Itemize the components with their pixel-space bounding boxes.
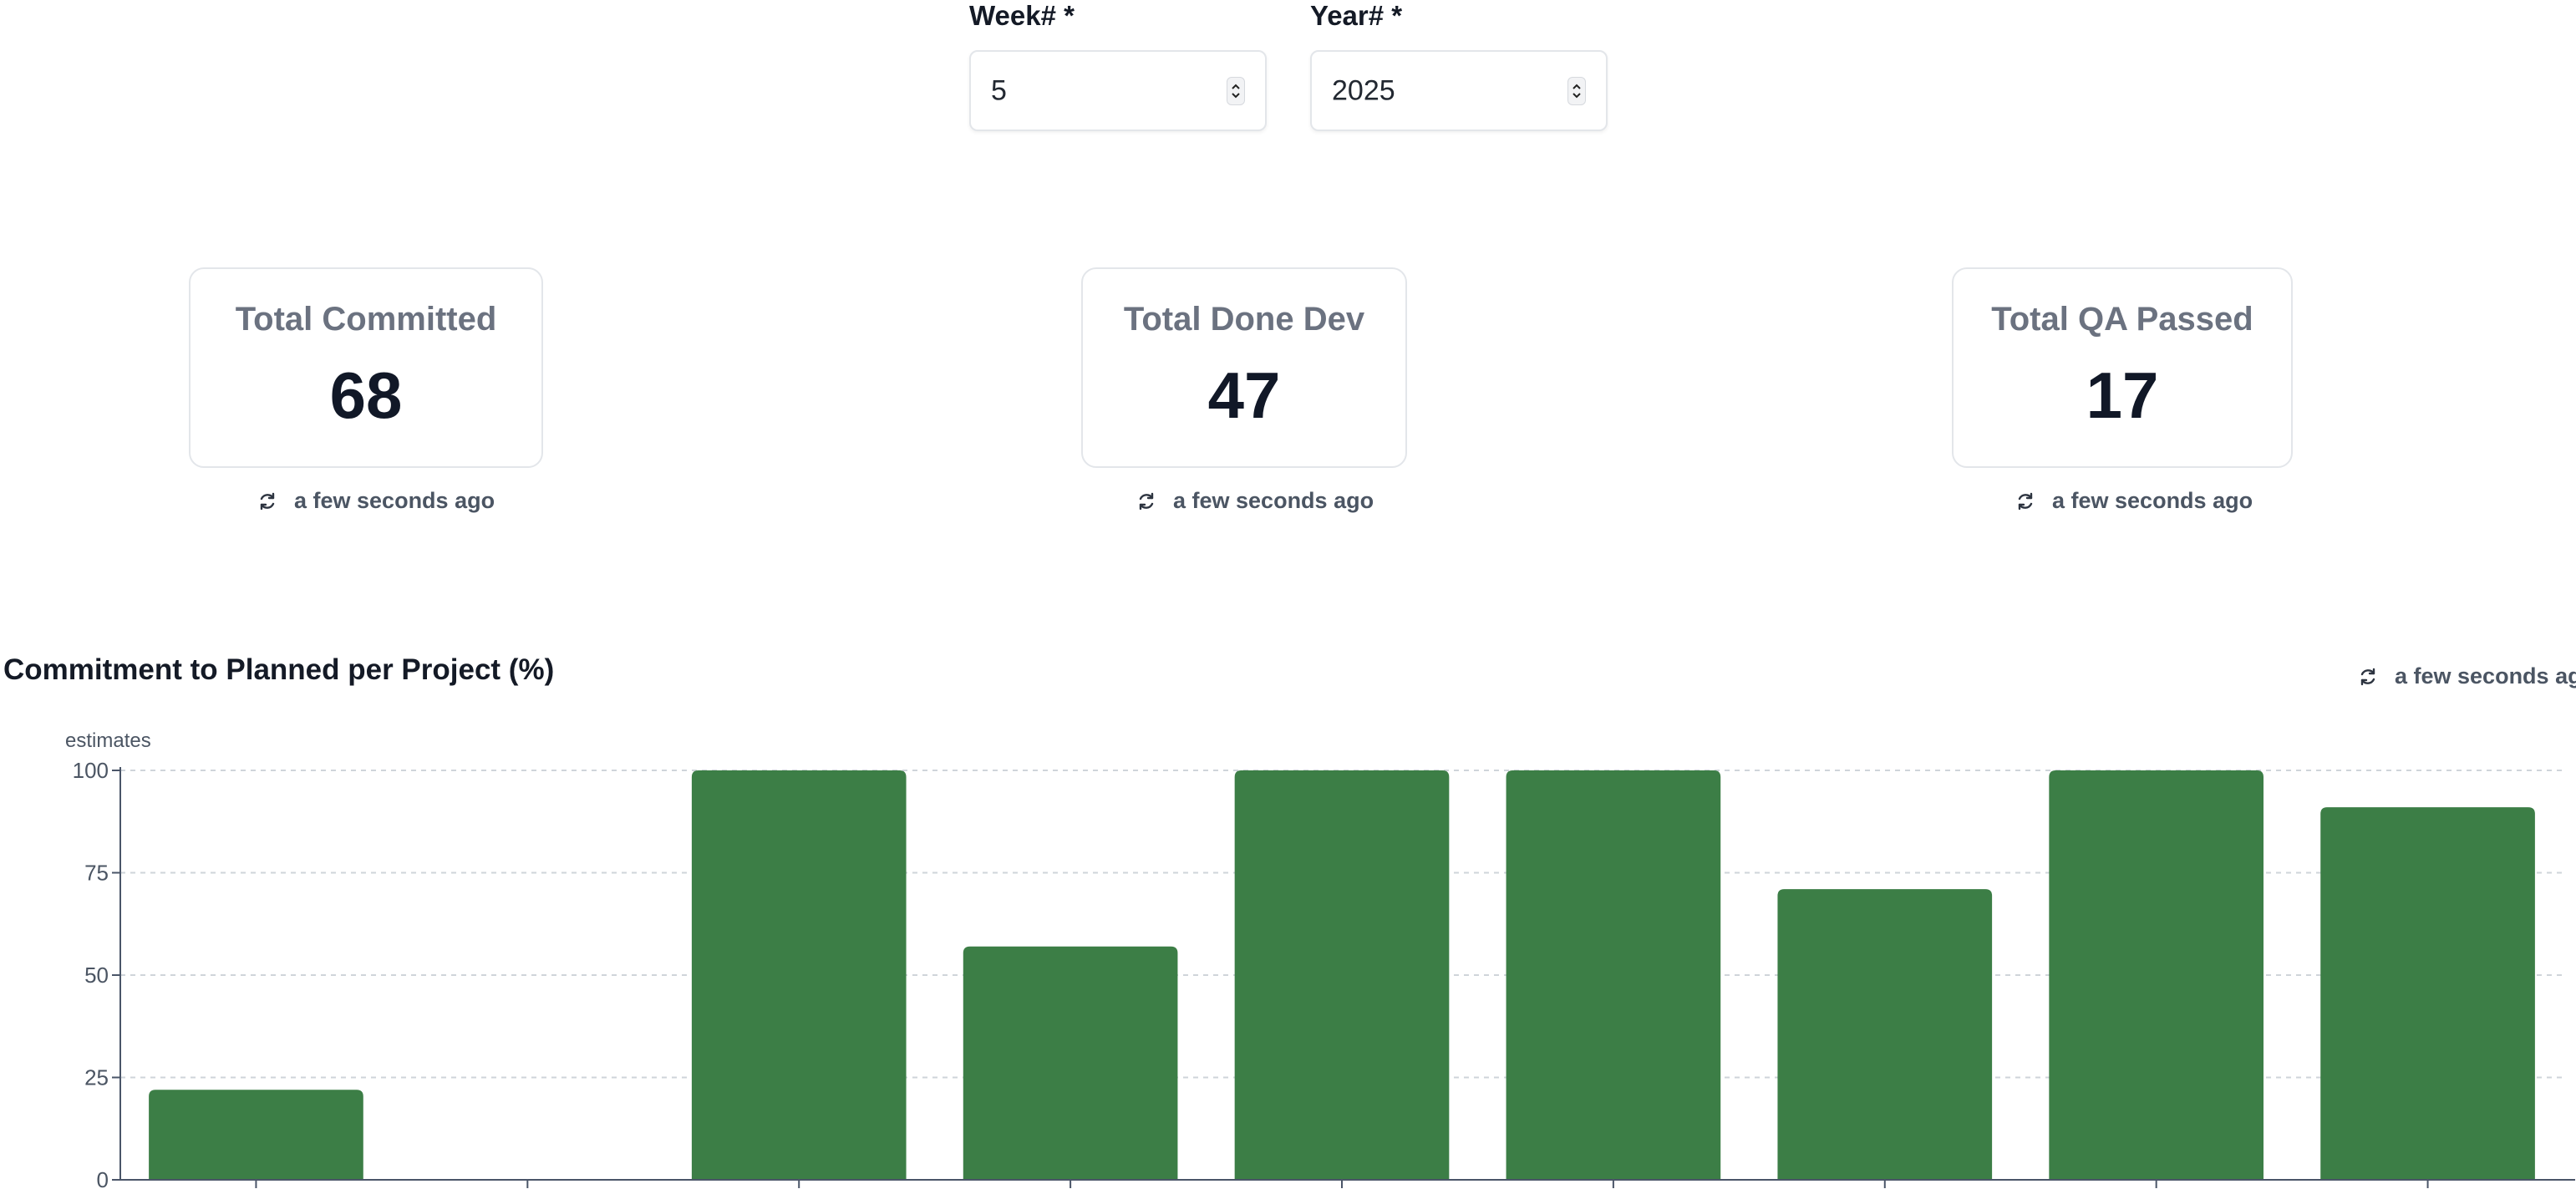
chart-bar: [149, 1090, 363, 1180]
kpi-value: 47: [1207, 358, 1281, 432]
refresh-icon[interactable]: [257, 491, 277, 511]
y-tick-label: 25: [84, 1065, 109, 1090]
refresh-time: a few seconds ago: [294, 488, 495, 513]
kpi-total-committed: Total Committed 68: [189, 267, 543, 468]
kpi-refresh-status[interactable]: a few seconds ago: [2015, 488, 2253, 514]
refresh-icon[interactable]: [1136, 491, 1156, 511]
kpi-total-qa-passed: Total QA Passed 17: [1952, 267, 2293, 468]
kpi-title: Total QA Passed: [1991, 301, 2253, 338]
y-tick-label: 0: [97, 1167, 109, 1189]
refresh-time: a few seconds ago: [2395, 663, 2576, 689]
kpi-total-done-dev: Total Done Dev 47: [1081, 267, 1407, 468]
y-tick-label: 50: [84, 963, 109, 988]
spinner-arrows: [1232, 84, 1240, 98]
kpi-card: Total Done Dev 47: [1081, 267, 1407, 468]
kpi-refresh-status[interactable]: a few seconds ago: [1136, 488, 1374, 514]
chart-bar: [963, 946, 1178, 1180]
week-label: Week# *: [969, 0, 1075, 31]
spinner-arrows: [1573, 84, 1581, 98]
dashboard-page: Week# * 5 Year# * 2025 Total Committed 6…: [0, 0, 2576, 1189]
chevron-up-down-icon[interactable]: [1567, 76, 1586, 105]
y-tick-label: 75: [84, 861, 109, 886]
chart-bar: [2049, 770, 2264, 1180]
chart-bars: [149, 770, 2535, 1180]
year-value: 2025: [1332, 74, 1395, 106]
chevron-up-down-icon[interactable]: [1227, 76, 1245, 105]
year-label: Year# *: [1310, 0, 1403, 31]
y-axis-unit-label: estimates: [65, 729, 151, 752]
y-tick-label: 100: [73, 758, 109, 783]
year-input[interactable]: 2025: [1310, 50, 1608, 131]
week-input[interactable]: 5: [969, 50, 1267, 131]
chart-bar: [1506, 770, 1721, 1180]
refresh-time: a few seconds ago: [1173, 488, 1374, 513]
kpi-card: Total QA Passed 17: [1952, 267, 2293, 468]
chart-bar: [1234, 770, 1450, 1180]
kpi-value: 68: [329, 358, 403, 432]
chart-bar: [2320, 807, 2535, 1180]
kpi-title: Total Done Dev: [1123, 301, 1365, 338]
chart-bar: [1777, 889, 1993, 1180]
refresh-time: a few seconds ago: [2052, 488, 2253, 513]
week-value: 5: [991, 74, 1007, 106]
refresh-icon[interactable]: [2358, 667, 2378, 687]
chart-title: Commitment to Planned per Project (%): [3, 653, 555, 686]
chart-refresh-status[interactable]: a few seconds ago: [2358, 663, 2576, 689]
commitment-bar-chart: estimates 0 25 50 75 100: [65, 729, 2575, 1189]
kpi-refresh-status[interactable]: a few seconds ago: [257, 488, 495, 514]
kpi-card: Total Committed 68: [189, 267, 543, 468]
kpi-title: Total Committed: [235, 301, 497, 338]
kpi-value: 17: [2086, 358, 2159, 432]
chart-bar: [691, 770, 907, 1180]
refresh-icon[interactable]: [2015, 491, 2035, 511]
